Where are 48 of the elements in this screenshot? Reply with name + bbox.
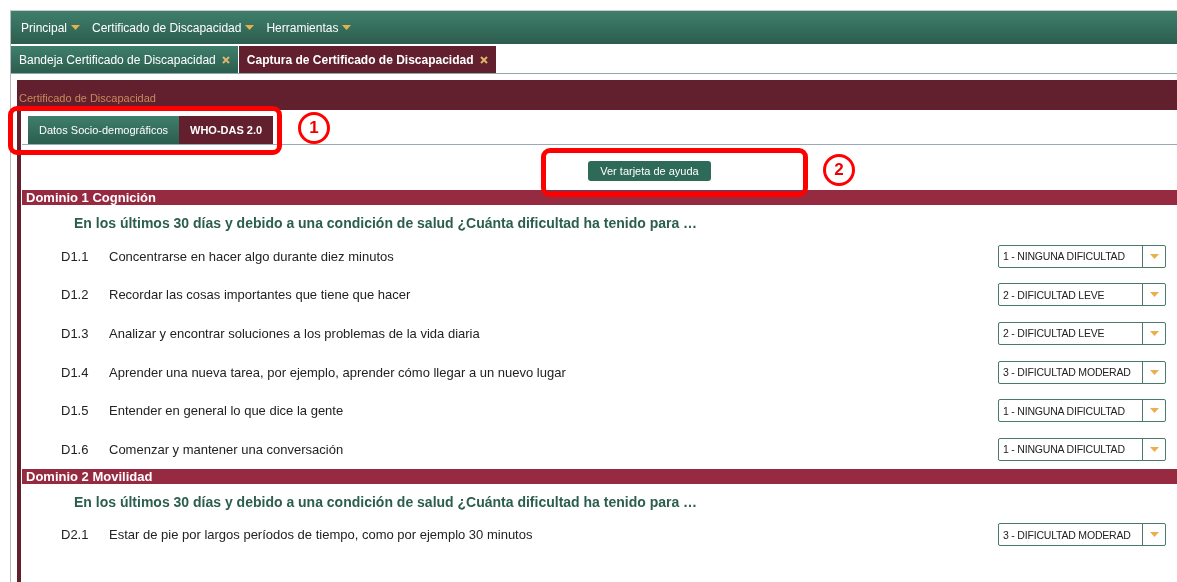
item-text: Aprender una nueva tarea, por ejemplo, aprender cómo llegar a un nuevo lugar (109, 364, 567, 380)
tab[interactable]: WHO-DAS 2.0 (179, 116, 274, 144)
item-code: D1.1 (60, 248, 90, 264)
tab[interactable]: Datos Socio-demográficos (28, 116, 179, 144)
caret-icon (1149, 446, 1159, 452)
help-card-button[interactable]: Ver tarjeta de ayuda (588, 161, 711, 181)
annotation-number: 2 (823, 154, 855, 186)
menu-item[interactable]: Certificado de Discapacidad (86, 20, 261, 35)
answer-dropdown[interactable]: 3 - DIFICULTAD MODERAD (998, 523, 1166, 547)
annotation-number: 1 (298, 112, 330, 144)
answer-dropdown[interactable]: 3 - DIFICULTAD MODERAD (998, 360, 1166, 384)
panel-title: Certificado de Discapacidad (19, 92, 156, 104)
answer-dropdown[interactable]: 1 - NINGUNA DIFICULTAD (998, 399, 1166, 423)
item-code: D1.4 (60, 364, 90, 380)
close-icon (221, 55, 230, 64)
answer-dropdown[interactable]: 1 - NINGUNA DIFICULTAD (998, 244, 1166, 268)
item-text: Recordar las cosas importantes que tiene que hacer (109, 287, 412, 303)
document-tab[interactable]: Captura de Certificado de Discapacidad (238, 46, 496, 73)
caret-icon (1149, 532, 1159, 538)
item-code: D1.2 (60, 287, 90, 303)
caret-icon (71, 25, 81, 30)
item-text: Comenzar y mantener una conversación (109, 441, 345, 457)
question-heading: En los últimos 30 días y debido a una condición de salud ¿Cuánta dificultad ha tenido para … (73, 214, 699, 233)
item-code: D2.1 (60, 527, 90, 543)
item-code: D1.5 (60, 403, 90, 419)
caret-icon (1149, 369, 1159, 375)
caret-icon (342, 25, 352, 30)
question-heading: En los últimos 30 días y debido a una condición de salud ¿Cuánta dificultad ha tenido para … (73, 492, 699, 512)
menu-item[interactable]: Herramientas (260, 20, 358, 35)
item-text: Analizar y encontrar soluciones a los problemas de la vida diaria (109, 326, 481, 341)
item-code: D1.6 (60, 441, 90, 457)
answer-dropdown[interactable]: 2 - DIFICULTAD LEVE (998, 283, 1166, 307)
answer-dropdown[interactable]: 1 - NINGUNA DIFICULTAD (998, 437, 1166, 461)
item-text: Concentrarse en hacer algo durante diez minutos (109, 248, 395, 264)
menu-item[interactable]: Principal (15, 20, 87, 35)
item-code: D1.3 (60, 326, 90, 341)
document-tab[interactable]: Bandeja Certificado de Discapacidad (11, 46, 238, 73)
item-text: Estar de pie por largos períodos de tiempo, como por ejemplo 30 minutos (109, 527, 534, 543)
caret-icon (1149, 253, 1159, 259)
item-text: Entender en general lo que dice la gente (109, 403, 345, 419)
domain-header: Dominio 1 Cognición (22, 190, 1177, 205)
caret-icon (245, 25, 255, 30)
domain-header: Dominio 2 Movilidad (22, 468, 1177, 484)
caret-icon (1149, 292, 1159, 298)
close-icon (479, 55, 488, 64)
caret-icon (1149, 408, 1159, 414)
caret-icon (1149, 331, 1159, 336)
answer-dropdown[interactable]: 2 - DIFICULTAD LEVE (998, 322, 1166, 345)
